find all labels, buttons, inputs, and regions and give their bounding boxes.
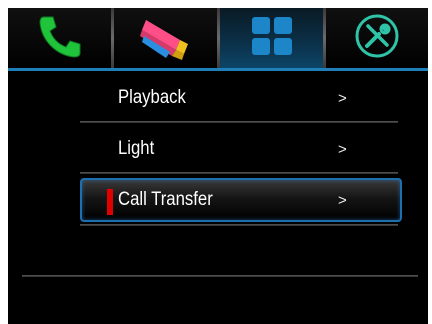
intercom-screen: Playback > Light > Call Transfer > <box>8 8 428 324</box>
selection-marker <box>107 189 113 215</box>
chevron-right-icon: > <box>338 89 347 107</box>
menu-item-light[interactable]: Light > <box>80 126 402 172</box>
chevron-right-icon: > <box>338 140 347 158</box>
tab-bar <box>8 8 428 68</box>
tools-settings-icon <box>354 13 400 64</box>
phone-icon <box>36 13 84 64</box>
menu-item-playback[interactable]: Playback > <box>80 75 402 121</box>
tab-phone[interactable] <box>8 8 111 68</box>
menu-item-label: Playback <box>118 87 186 108</box>
tab-underline <box>8 68 428 71</box>
menu-item-label: Light <box>118 138 155 159</box>
menu-item-label: Call Transfer <box>118 189 213 210</box>
tab-camera[interactable] <box>114 8 217 68</box>
menu-divider <box>80 121 398 123</box>
grid-menu-icon <box>250 15 294 62</box>
tab-menu[interactable] <box>220 8 323 68</box>
cctv-camera-icon <box>136 10 196 67</box>
chevron-right-icon: > <box>338 191 347 209</box>
footer-divider <box>22 275 418 277</box>
menu-item-call-transfer[interactable]: Call Transfer > <box>80 178 402 222</box>
tab-settings[interactable] <box>326 8 428 68</box>
menu-divider <box>80 172 398 174</box>
menu-divider <box>80 224 398 226</box>
